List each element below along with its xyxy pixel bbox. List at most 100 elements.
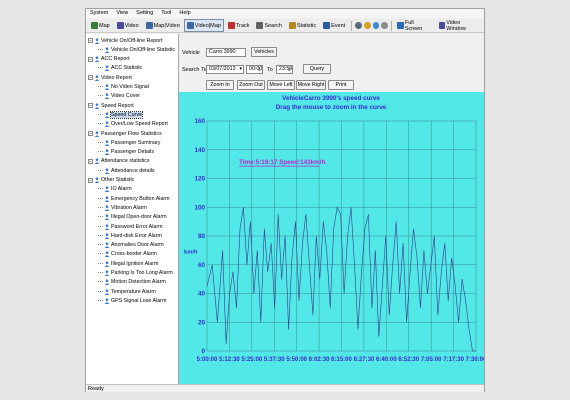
menu-setting[interactable]: Setting [132, 9, 157, 18]
tree-item[interactable]: Temperature Alarm [98, 287, 156, 296]
tree-item-label: Vibration Alarm [111, 204, 147, 211]
collapse-toggle-icon[interactable]: − [88, 131, 93, 137]
tree-item[interactable]: ACC Statistic [98, 64, 142, 73]
tree-item[interactable]: Anomalies Door Alarm [98, 241, 164, 250]
toolbar-statistic-button[interactable]: Statistic [286, 19, 319, 32]
from-time-spinner-icon[interactable]: ⇕ [258, 66, 261, 73]
tree-item[interactable]: No Video Signal [98, 83, 149, 92]
tree-item[interactable]: − Attendance statistics [88, 157, 150, 166]
menu-help[interactable]: Help [175, 9, 194, 18]
speed-data-point [427, 293, 428, 294]
collapse-toggle-icon[interactable]: − [88, 103, 93, 109]
collapse-toggle-icon[interactable]: − [88, 56, 93, 62]
speed-data-point [458, 322, 459, 323]
speed-data-point [385, 235, 387, 237]
x-tick-label: 5:50:00 [286, 357, 307, 363]
tree-item[interactable]: Cross-border Alarm [98, 250, 157, 259]
tree-item[interactable]: − Passenger Flow Statistics [88, 129, 162, 138]
menu-tool[interactable]: Tool [157, 9, 175, 18]
tree-connector [98, 290, 103, 293]
toolbar-video-button[interactable]: Video [114, 19, 142, 32]
tree-item[interactable]: Speed Curve [98, 110, 143, 119]
speed-data-point [274, 307, 275, 309]
record-icon[interactable] [355, 22, 362, 29]
speed-data-point [465, 300, 466, 301]
user-icon [104, 195, 110, 202]
tree-item[interactable]: GPS Signal Lose Alarm [98, 296, 166, 305]
tree-item[interactable]: − Speed Report [88, 101, 134, 110]
menu-view[interactable]: View [112, 9, 132, 18]
full-screen-button[interactable]: Full Screen [394, 19, 434, 32]
video-window-button[interactable]: Video Window [436, 19, 483, 32]
tree-item-label: Attendance details [111, 167, 155, 174]
toolbar-search-button[interactable]: Search [253, 19, 284, 32]
collapse-toggle-icon[interactable]: − [88, 177, 93, 183]
chart-title: VehicleCarro 3990's speed curve [282, 95, 380, 102]
collapse-toggle-icon[interactable]: − [88, 38, 93, 44]
y-tick-label: 100 [194, 204, 205, 211]
move-right-button[interactable]: Move Right [296, 80, 326, 90]
zoom-in-button[interactable]: Zoom In [206, 80, 234, 90]
tree-item-label: IO Alarm [111, 186, 132, 193]
query-button[interactable]: Query [303, 64, 331, 74]
vehicles-button[interactable]: Vehicles [251, 47, 277, 57]
settings-icon[interactable] [381, 22, 389, 29]
move-left-button[interactable]: Move Left [267, 80, 295, 90]
toolbar-track-button[interactable]: Track [225, 19, 253, 32]
toolbar-button-label: Video|Map [194, 22, 221, 29]
tree-item[interactable]: Video Cover [98, 92, 140, 101]
user-icon [94, 75, 100, 81]
collapse-toggle-icon[interactable]: − [88, 158, 93, 164]
tree-item[interactable]: Parking Is Too Long Alarm [98, 269, 173, 278]
tree-item[interactable]: Passenger Summary [98, 138, 160, 147]
speed-data-point [329, 307, 331, 309]
tree-item[interactable]: − Vehicle On/Off-line Report [88, 36, 162, 45]
from-time-field[interactable]: 00:00 ⇕ [246, 65, 263, 74]
zoom-out-button[interactable]: Zoom Out [237, 80, 265, 90]
tree-item[interactable]: Emergency Button Alarm [98, 194, 170, 203]
tree-item[interactable]: − ACC Report [88, 55, 130, 64]
to-time-spinner-icon[interactable]: ⇕ [288, 66, 291, 73]
user-icon [104, 298, 110, 304]
toolbar-map-button[interactable]: Map [88, 19, 113, 32]
tree-item-label: Vehicle On/Off-line Report [101, 37, 163, 44]
tree-item[interactable]: − Video Report [88, 73, 132, 82]
tree-item[interactable]: IO Alarm [98, 185, 132, 194]
tree-item[interactable]: − Other Statistic [88, 176, 134, 185]
speed-data-point [340, 214, 341, 215]
globe-icon[interactable] [372, 22, 380, 29]
speed-chart-svg[interactable]: VehicleCarro 3990's speed curve Drag the … [179, 92, 487, 384]
tree-item[interactable]: Vibration Alarm [98, 203, 147, 212]
tree-item[interactable]: Passenger Details [98, 148, 154, 157]
tree-item[interactable]: Password Error Alarm [98, 222, 163, 231]
date-dropdown-icon[interactable]: ▾ [239, 66, 242, 73]
to-time-field[interactable]: 23:59 ⇕ [276, 65, 293, 74]
speed-data-point [378, 336, 380, 337]
lock-icon[interactable] [363, 22, 371, 29]
collapse-toggle-icon[interactable]: − [88, 75, 93, 81]
y-tick-label: 20 [198, 319, 206, 326]
toolbar-button-label: Video [124, 22, 139, 29]
speed-chart[interactable]: VehicleCarro 3990's speed curve Drag the … [179, 92, 487, 384]
tree-item[interactable]: Over/Low Speed Report [98, 120, 168, 129]
user-icon [104, 251, 110, 258]
date-field[interactable]: 03/07/2013 ▾ [206, 65, 244, 74]
tree-connector [98, 123, 103, 125]
full-screen-icon [397, 22, 404, 29]
tree-item[interactable]: Vehicle On/Off-line Statistic [98, 45, 175, 54]
tree-item[interactable]: Attendance details [98, 166, 155, 175]
toolbar-map-video-button[interactable]: Map|Video [143, 19, 183, 32]
event-icon [323, 22, 331, 29]
toolbar-event-button[interactable]: Event [320, 19, 348, 32]
speed-data-point [333, 228, 334, 230]
tree-item[interactable]: Illegal Open-door Alarm [98, 213, 167, 222]
toolbar-button-label: Event [331, 22, 346, 29]
tree-item-label: Video Report [101, 74, 132, 81]
vehicle-field[interactable]: Carro 3990 [206, 48, 246, 57]
tree-item[interactable]: Illegal Ignition Alarm [98, 259, 158, 268]
menu-system[interactable]: System [86, 9, 112, 18]
print-button[interactable]: Print [328, 80, 354, 90]
toolbar-video-map-button[interactable]: Video|Map [183, 19, 224, 32]
tree-item[interactable]: Motion Detection Alarm [98, 278, 166, 287]
tree-item[interactable]: Hard-disk Error Alarm [98, 231, 162, 240]
